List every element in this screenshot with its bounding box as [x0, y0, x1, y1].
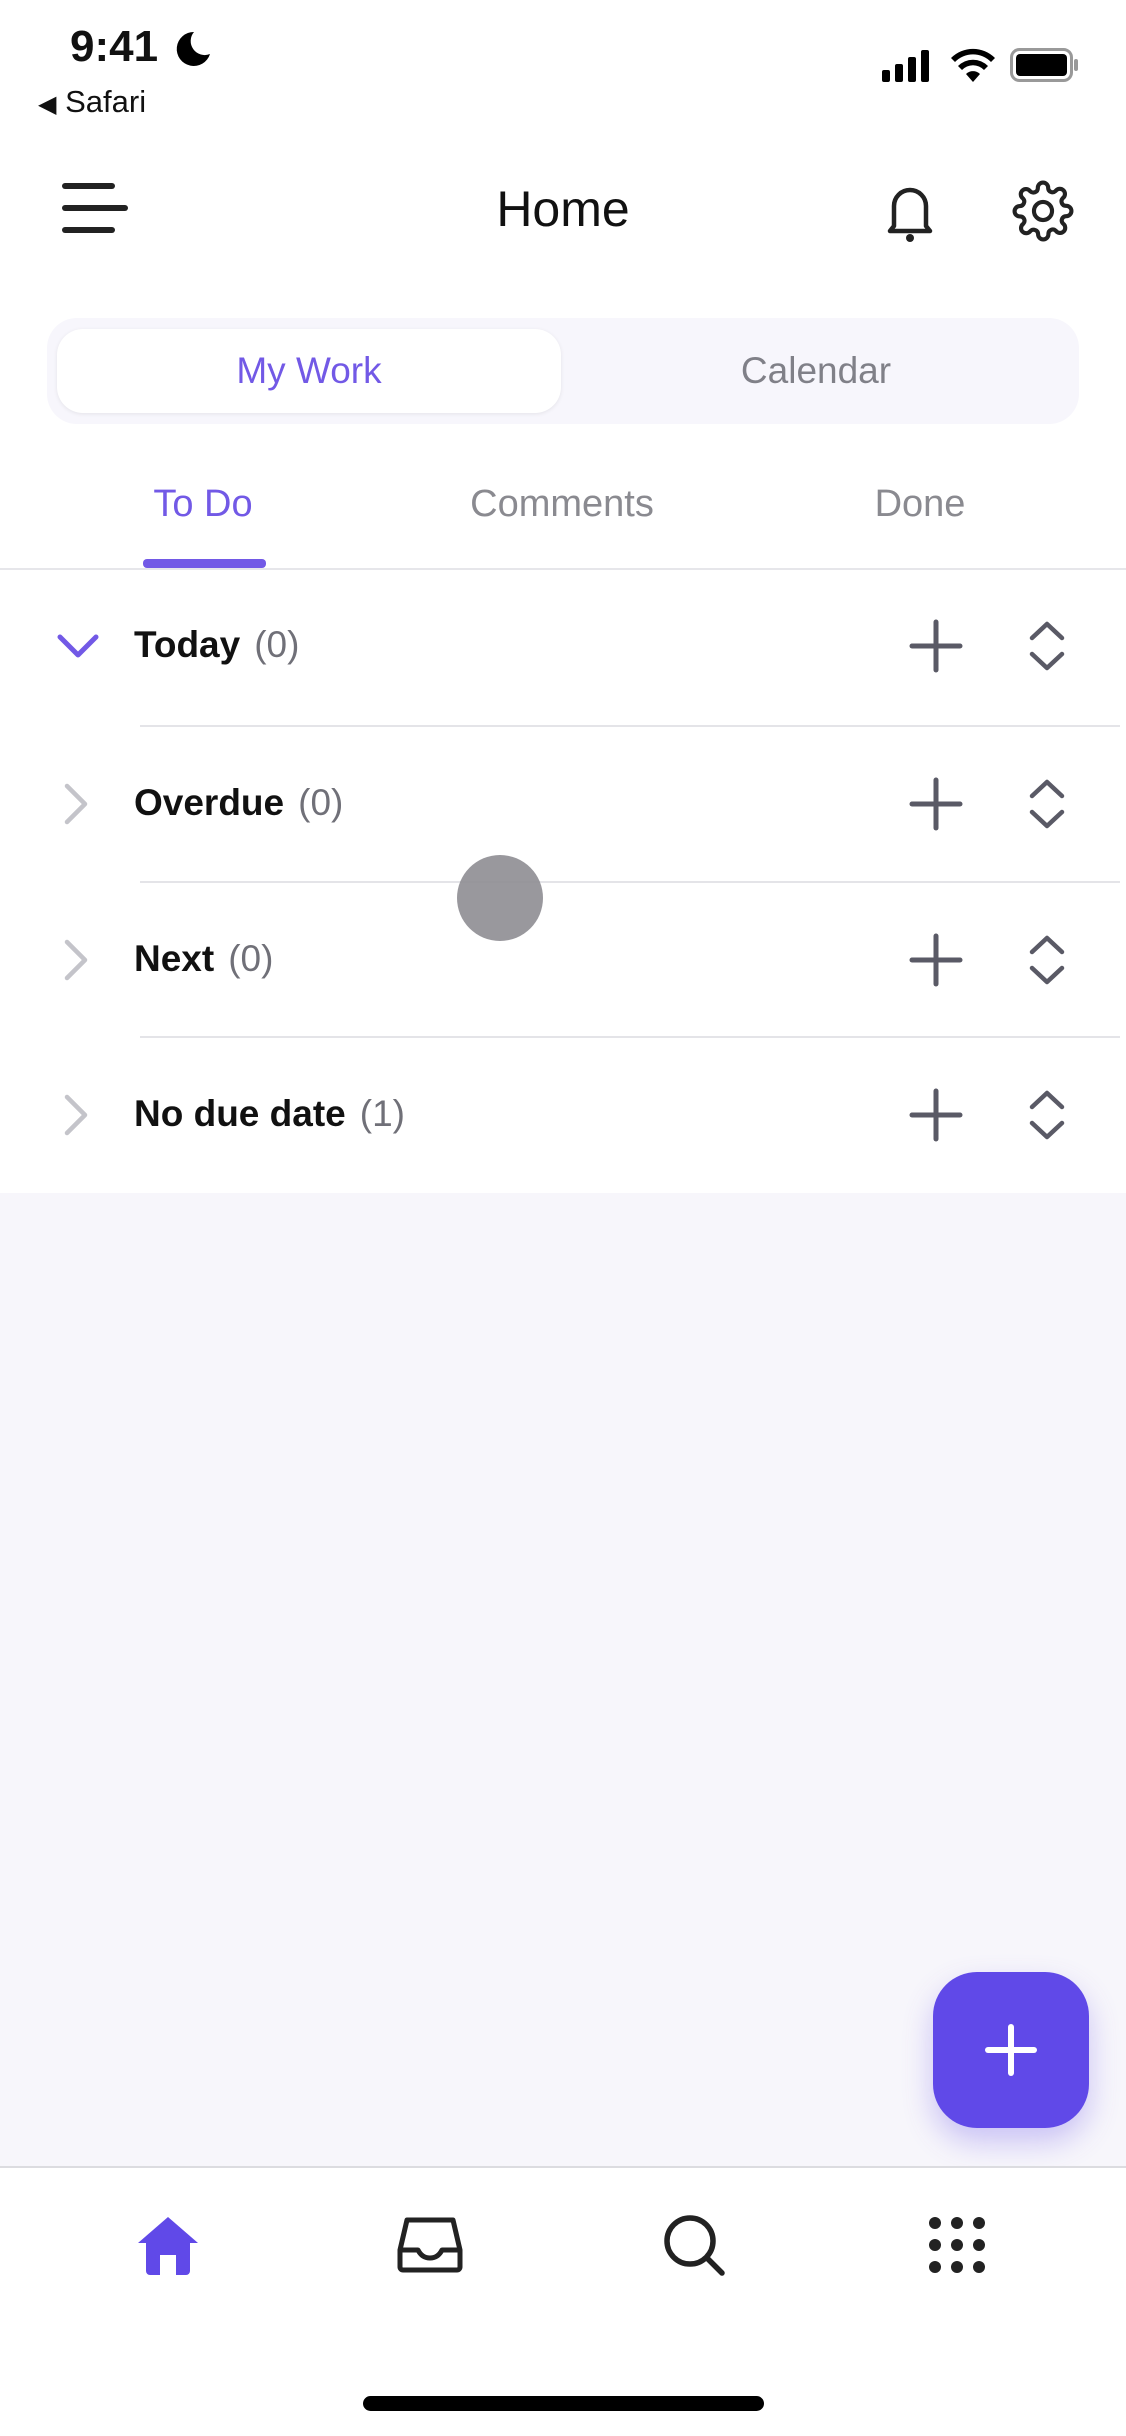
- nav-search[interactable]: [659, 2210, 729, 2280]
- add-to-group-icon[interactable]: [908, 776, 964, 832]
- page-title: Home: [496, 181, 630, 237]
- back-label: Safari: [65, 84, 147, 119]
- nav-home[interactable]: [133, 2210, 203, 2280]
- group-count: (0): [298, 782, 344, 824]
- add-to-group-icon[interactable]: [908, 618, 964, 674]
- home-icon: [138, 2217, 198, 2275]
- group-title-text: Overdue: [134, 782, 285, 824]
- group-count: (1): [359, 1093, 405, 1135]
- back-to-safari[interactable]: ◀ Safari: [38, 84, 146, 120]
- group-row-overdue[interactable]: Overdue (0): [0, 726, 1126, 882]
- chevron-right-icon[interactable]: [62, 938, 90, 982]
- reorder-expand-icon[interactable]: [1024, 1087, 1070, 1143]
- group-row-today[interactable]: Today (0): [0, 568, 1126, 724]
- group-row-next[interactable]: Next (0): [0, 882, 1126, 1038]
- reorder-expand-icon[interactable]: [1024, 618, 1070, 674]
- nav-apps[interactable]: [922, 2210, 992, 2280]
- chevron-right-icon[interactable]: [62, 782, 90, 826]
- add-to-group-icon[interactable]: [908, 932, 964, 988]
- group-title-text: Next: [134, 938, 215, 980]
- chevron-right-icon[interactable]: [62, 1093, 90, 1137]
- status-time: 9:41: [70, 22, 159, 71]
- tab-done[interactable]: Done: [820, 483, 1020, 526]
- reorder-expand-icon[interactable]: [1024, 932, 1070, 988]
- home-indicator: [363, 2396, 764, 2411]
- group-title: Today (0): [134, 624, 299, 666]
- segment-my-work[interactable]: My Work: [57, 350, 561, 392]
- inbox-icon: [397, 2217, 463, 2273]
- add-task-button[interactable]: [933, 1972, 1089, 2128]
- active-tab-indicator: [143, 559, 266, 568]
- touch-indicator: [457, 855, 543, 941]
- moon-icon: [176, 31, 210, 66]
- group-title: Next (0): [134, 938, 273, 980]
- group-title-text: No due date: [134, 1093, 346, 1135]
- plus-icon: [985, 2024, 1037, 2076]
- bell-icon[interactable]: [884, 180, 936, 244]
- group-count: (0): [228, 938, 274, 980]
- group-row-no-due-date[interactable]: No due date (1): [0, 1037, 1126, 1193]
- search-icon: [664, 2215, 725, 2276]
- add-to-group-icon[interactable]: [908, 1087, 964, 1143]
- gear-icon[interactable]: [1012, 180, 1074, 242]
- segment-calendar[interactable]: Calendar: [561, 350, 1071, 392]
- back-arrow-icon: ◀: [38, 91, 57, 118]
- signal-icon: [882, 50, 929, 82]
- chevron-down-icon[interactable]: [56, 632, 100, 660]
- reorder-expand-icon[interactable]: [1024, 776, 1070, 832]
- tab-comments[interactable]: Comments: [412, 483, 712, 526]
- group-count: (0): [254, 624, 300, 666]
- battery-icon: [1010, 48, 1078, 82]
- group-title: No due date (1): [134, 1093, 405, 1135]
- wifi-icon: [951, 48, 995, 82]
- group-title: Overdue (0): [134, 782, 343, 824]
- group-title-text: Today: [134, 624, 241, 666]
- nav-inbox[interactable]: [395, 2210, 465, 2280]
- apps-grid-icon: [929, 2217, 985, 2273]
- tab-to-do[interactable]: To Do: [103, 483, 303, 526]
